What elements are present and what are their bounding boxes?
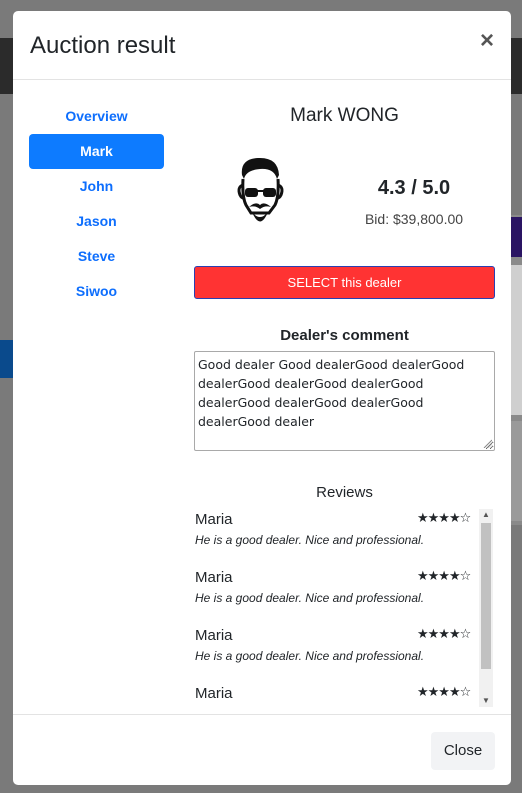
review-author: Maria <box>195 685 233 702</box>
nav-item-steve[interactable]: Steve <box>29 239 164 274</box>
review-item: Maria ★★★★☆ <box>194 683 495 707</box>
nav-item-overview[interactable]: Overview <box>29 99 164 134</box>
nav-item-mark[interactable]: Mark <box>29 134 164 169</box>
dealer-comment-textarea[interactable]: Good dealer Good dealerGood dealerGood d… <box>194 351 495 451</box>
hipster-avatar-icon <box>237 157 284 222</box>
review-item: Maria ★★★★☆ He is a good dealer. Nice an… <box>194 625 495 683</box>
dealer-rating: 4.3 / 5.0 <box>377 177 451 199</box>
comment-heading: Dealer's comment <box>280 327 409 344</box>
background-card-part <box>510 421 522 521</box>
star-rating-icon: ★★★★☆ <box>417 626 471 641</box>
star-rating-icon: ★★★★☆ <box>417 568 471 583</box>
background-card-part <box>510 265 522 415</box>
auction-result-modal: Auction result × Overview Mark John Jaso… <box>13 11 511 785</box>
modal-title: Auction result <box>30 32 176 59</box>
dealer-panel: Mark WONG 4.3 / 5.0 Bid: $39,800.00 SELE… <box>194 99 495 707</box>
dealer-nav: Overview Mark John Jason Steve Siwoo <box>29 99 164 309</box>
review-item: Maria ★★★★☆ He is a good dealer. Nice an… <box>194 509 495 567</box>
close-button[interactable]: Close <box>431 732 495 770</box>
nav-item-siwoo[interactable]: Siwoo <box>29 274 164 309</box>
scrollbar-thumb[interactable] <box>481 523 491 669</box>
dealer-name: Mark WONG <box>290 105 399 126</box>
review-author: Maria <box>195 627 233 644</box>
modal-footer: Close <box>13 714 511 785</box>
resize-grip-icon[interactable] <box>483 439 492 448</box>
review-text: He is a good dealer. Nice and profession… <box>195 591 425 605</box>
reviews-list[interactable]: Maria ★★★★☆ He is a good dealer. Nice an… <box>194 509 495 707</box>
review-item: Maria ★★★★☆ He is a good dealer. Nice an… <box>194 567 495 625</box>
modal-header: Auction result × <box>13 11 511 80</box>
star-rating-icon: ★★★★☆ <box>417 684 471 699</box>
nav-item-jason[interactable]: Jason <box>29 204 164 239</box>
review-author: Maria <box>195 569 233 586</box>
reviews-scrollbar[interactable]: ▲ ▼ <box>479 509 493 707</box>
select-dealer-button[interactable]: SELECT this dealer <box>194 266 495 299</box>
review-text: He is a good dealer. Nice and profession… <box>195 649 425 663</box>
background-element <box>0 340 13 378</box>
star-rating-icon: ★★★★☆ <box>417 510 471 525</box>
review-author: Maria <box>195 511 233 528</box>
nav-item-john[interactable]: John <box>29 169 164 204</box>
reviews-heading: Reviews <box>316 484 373 501</box>
dealer-bid: Bid: $39,800.00 <box>364 211 464 227</box>
review-text: He is a good dealer. Nice and profession… <box>195 533 425 547</box>
close-icon[interactable]: × <box>480 29 494 53</box>
scroll-up-icon[interactable]: ▲ <box>479 509 493 521</box>
background-card-part <box>510 217 522 257</box>
dealer-comment-text: Good dealer Good dealerGood dealerGood d… <box>198 357 465 429</box>
scroll-down-icon[interactable]: ▼ <box>479 695 493 707</box>
